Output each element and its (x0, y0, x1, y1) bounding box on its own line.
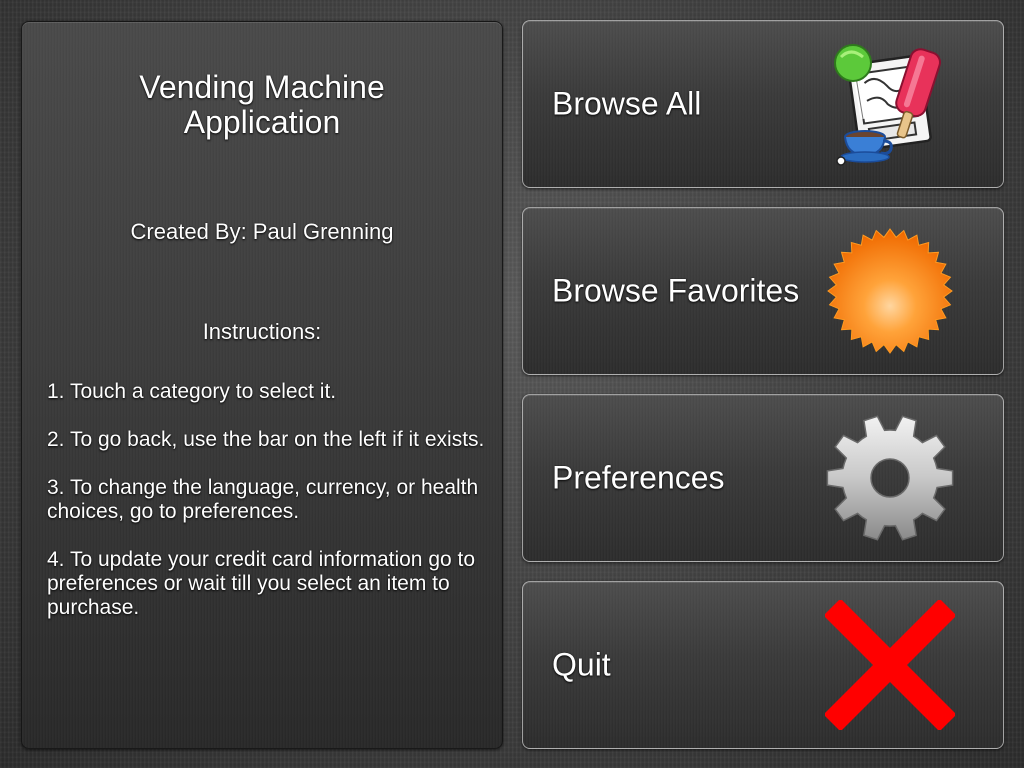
starburst-icon (827, 228, 953, 354)
instructions-heading: Instructions: (202, 319, 322, 344)
red-x-icon (825, 600, 955, 730)
author-credit: Created By: Paul Grenning (130, 219, 394, 244)
instruction-item: 4. To update your credit card informatio… (47, 548, 476, 619)
snacks-icon (834, 44, 941, 166)
preferences-label: Preferences (552, 459, 725, 496)
instruction-item: 3. To change the language, currency, or … (47, 476, 479, 523)
browse-all-label: Browse All (552, 85, 702, 122)
quit-button[interactable]: Quit (522, 581, 1004, 749)
info-panel: Vending Machine Application Created By: … (21, 21, 503, 749)
app-title-line-2: Application (183, 104, 341, 140)
browse-favorites-label: Browse Favorites (552, 272, 800, 309)
instruction-item: 2. To go back, use the bar on the left i… (47, 428, 485, 451)
app-title: Vending Machine Application (22, 70, 502, 140)
preferences-button[interactable]: Preferences (522, 394, 1004, 562)
instruction-item: 1. Touch a category to select it. (47, 380, 337, 403)
browse-favorites-button[interactable]: Browse Favorites (522, 207, 1004, 375)
quit-label: Quit (552, 646, 611, 683)
browse-all-button[interactable]: Browse All (522, 20, 1004, 188)
app-title-line-1: Vending Machine (139, 69, 385, 105)
instructions-list: 1. Touch a category to select it. 2. To … (47, 380, 487, 644)
gear-icon (826, 415, 954, 541)
